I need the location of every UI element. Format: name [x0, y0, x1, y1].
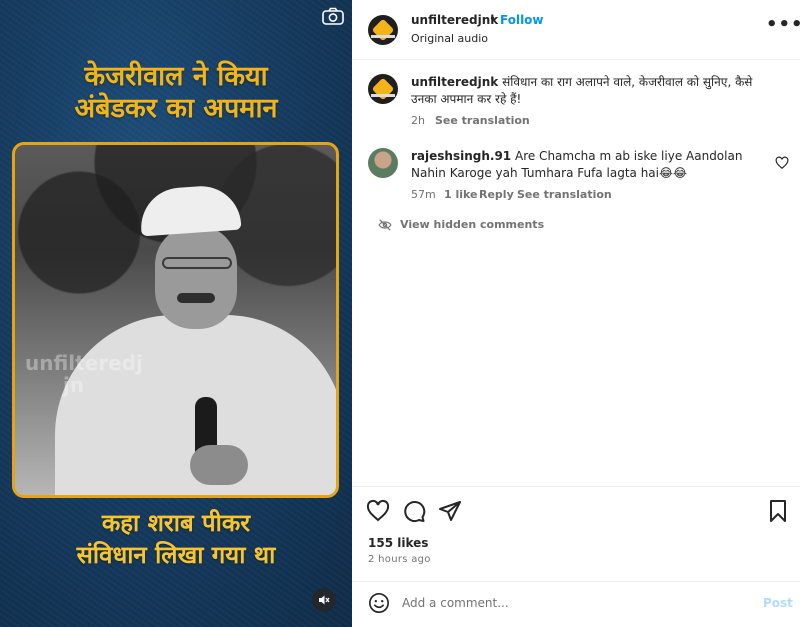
post-sidebar: unfilteredjnk • Follow Original audio ••… [352, 0, 800, 627]
comment-username[interactable]: rajeshsingh.91 [411, 149, 511, 163]
more-options-icon[interactable]: ••• [766, 16, 800, 38]
person-glasses [162, 257, 232, 269]
person-mustache [177, 293, 215, 303]
comment-timestamp: 57m [411, 188, 436, 201]
media-bottom-line2: संविधान लिखा गया था [76, 541, 276, 569]
watermark-line2: jn [63, 373, 85, 397]
hidden-comments-label: View hidden comments [400, 218, 545, 231]
follow-button[interactable]: Follow [500, 13, 544, 27]
caption-timestamp[interactable]: 2h [411, 114, 425, 127]
comment-bubble-icon[interactable] [402, 499, 426, 523]
post-comment-button[interactable]: Post [763, 596, 793, 610]
post-actions: 155 likes 2 hours ago [352, 486, 800, 581]
comment-reply-button[interactable]: Reply [479, 188, 514, 201]
person-hand [190, 445, 248, 485]
separator-dot: • [489, 12, 497, 26]
camera-icon[interactable] [322, 7, 344, 25]
comment-input[interactable] [402, 590, 742, 616]
media-photo: unfilteredj jn [12, 142, 339, 498]
emoji-icon[interactable] [368, 592, 390, 614]
mute-button[interactable] [312, 588, 336, 612]
bookmark-icon[interactable] [766, 499, 790, 523]
heart-icon[interactable] [366, 499, 390, 523]
post-header: unfilteredjnk • Follow Original audio ••… [352, 0, 800, 60]
media-bottom-line1: कहा शराब पीकर [101, 509, 251, 537]
share-paper-plane-icon[interactable] [438, 499, 462, 523]
caption-username[interactable]: unfilteredjnk [411, 75, 498, 89]
likes-count[interactable]: 155 likes [368, 536, 428, 550]
watermark-line1: unfilteredj [25, 351, 143, 375]
brand-logo-bar [371, 35, 395, 38]
post-date: 2 hours ago [368, 554, 431, 565]
media-headline-line2: अंबेडकर का अपमान [74, 93, 278, 124]
avatar[interactable] [368, 15, 398, 45]
media-headline-line1: केजरीवाल ने किया [84, 61, 268, 92]
header-username[interactable]: unfilteredjnk [411, 13, 498, 27]
speaker-muted-icon [319, 595, 330, 605]
view-hidden-comments-button[interactable]: View hidden comments [378, 218, 544, 231]
caption-avatar[interactable] [368, 74, 398, 104]
caption: unfilteredjnk संविधान का राग अलापने वाले… [411, 74, 771, 108]
comment-translate-link[interactable]: See translation [517, 188, 612, 201]
audio-link[interactable]: Original audio [411, 32, 488, 45]
comment-bar: Post [352, 581, 800, 627]
eye-off-icon [378, 218, 392, 231]
person-face [155, 225, 237, 329]
comment-like-count[interactable]: 1 like [444, 188, 478, 201]
caption-translate-link[interactable]: See translation [435, 114, 530, 127]
commenter-avatar[interactable] [368, 148, 398, 178]
post-media[interactable]: केजरीवाल ने किया अंबेडकर का अपमान unfilt… [0, 0, 352, 627]
brand-logo-bar [371, 94, 395, 97]
comment-item: rajeshsingh.91 Are Chamcha m ab iske liy… [411, 148, 771, 182]
comment-like-icon[interactable] [775, 155, 789, 170]
